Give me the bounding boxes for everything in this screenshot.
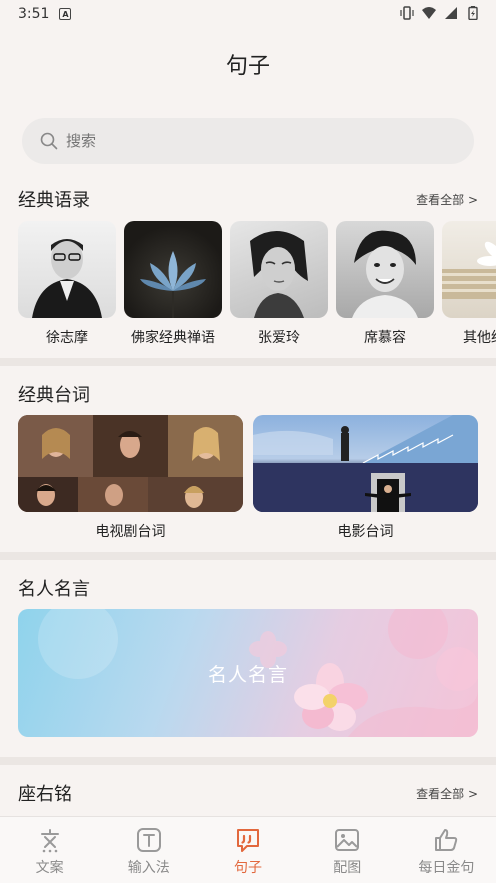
view-all-link[interactable]: 查看全部 > [416, 191, 478, 208]
tab-label: 配图 [333, 860, 362, 876]
section-famous-sayings-header: 名人名言 [18, 575, 478, 601]
quote-card-buddhist-zen[interactable]: 佛家经典禅语 [124, 221, 222, 347]
tab-copywriting[interactable]: 文案 [0, 817, 99, 883]
vibrate-icon [400, 6, 414, 20]
tab-label: 句子 [234, 860, 262, 876]
quote-card-zhang-ailing[interactable]: 张爱玲 [230, 221, 328, 347]
portrait-image [336, 221, 434, 318]
quote-icon [237, 829, 259, 852]
tab-input-method[interactable]: 输入法 [99, 817, 198, 883]
image-icon [335, 829, 360, 851]
tab-label: 文案 [35, 860, 64, 876]
status-time: 3:51 [18, 6, 50, 22]
text-icon [40, 829, 59, 853]
card-label: 电视剧台词 [95, 524, 166, 540]
section-classic-lines-header: 经典台词 [18, 381, 478, 407]
tab-sentences[interactable]: 句子 [198, 817, 297, 883]
famous-sayings-banner[interactable]: 名人名言 [18, 609, 478, 737]
search-input[interactable] [66, 132, 446, 150]
section-divider [0, 757, 496, 765]
section-divider [0, 358, 496, 366]
view-all-link[interactable]: 查看全部 > [416, 785, 478, 802]
section-mottos-header: 座右铭 查看全部 > [18, 780, 478, 806]
bottom-nav: 文案 输入法 句子 配图 每日金句 [0, 816, 496, 883]
quote-card-label: 席慕容 [364, 330, 406, 346]
status-icons [400, 6, 480, 20]
search-bar[interactable] [22, 118, 474, 164]
tab-label: 每日金句 [418, 860, 475, 876]
search-icon [40, 132, 58, 150]
quote-card-label: 其他经典 [463, 330, 496, 346]
tab-daily-quote[interactable]: 每日金句 [397, 817, 496, 883]
signal-icon [445, 7, 457, 19]
card-movie-lines[interactable]: 电影台词 [253, 415, 478, 541]
battery-icon [468, 6, 478, 20]
page-title: 句子 [225, 54, 270, 79]
quote-card-other-classics[interactable]: 其他经典 [442, 221, 496, 347]
status-bar: 3:51 A [0, 0, 496, 28]
tab-images[interactable]: 配图 [298, 817, 397, 883]
portrait-image [230, 221, 328, 318]
thumbs-up-icon [435, 829, 458, 851]
section-classic-quotes-header: 经典语录 查看全部 > [18, 186, 478, 212]
quote-card-label: 徐志摩 [46, 330, 88, 346]
portrait-image [18, 221, 116, 318]
classic-lines-list: 电视剧台词 电影台词 [18, 415, 478, 541]
section-divider [0, 552, 496, 560]
tab-label: 输入法 [127, 860, 170, 876]
tv-collage-image [18, 415, 243, 512]
keyboard-t-icon [136, 828, 161, 852]
section-title: 经典语录 [18, 190, 90, 211]
quote-card-xi-murong[interactable]: 席慕容 [336, 221, 434, 347]
card-label: 电影台词 [337, 524, 394, 540]
lotus-image [124, 221, 222, 318]
app-notification-icon: A [59, 8, 72, 20]
section-title: 经典台词 [18, 385, 90, 406]
quote-card-label: 佛家经典禅语 [131, 330, 215, 346]
movie-scene-image [253, 415, 478, 512]
quote-card-label: 张爱玲 [258, 330, 300, 346]
card-tv-lines[interactable]: 电视剧台词 [18, 415, 243, 541]
wifi-icon [422, 7, 436, 19]
section-title: 名人名言 [18, 579, 90, 600]
flower-book-image [442, 221, 496, 318]
quote-card-xu-zhimo[interactable]: 徐志摩 [18, 221, 116, 347]
banner-text: 名人名言 [207, 663, 288, 686]
section-title: 座右铭 [18, 784, 72, 805]
classic-quotes-list: 徐志摩 佛家经典禅语 张爱玲 席慕容 其他 [18, 221, 496, 347]
